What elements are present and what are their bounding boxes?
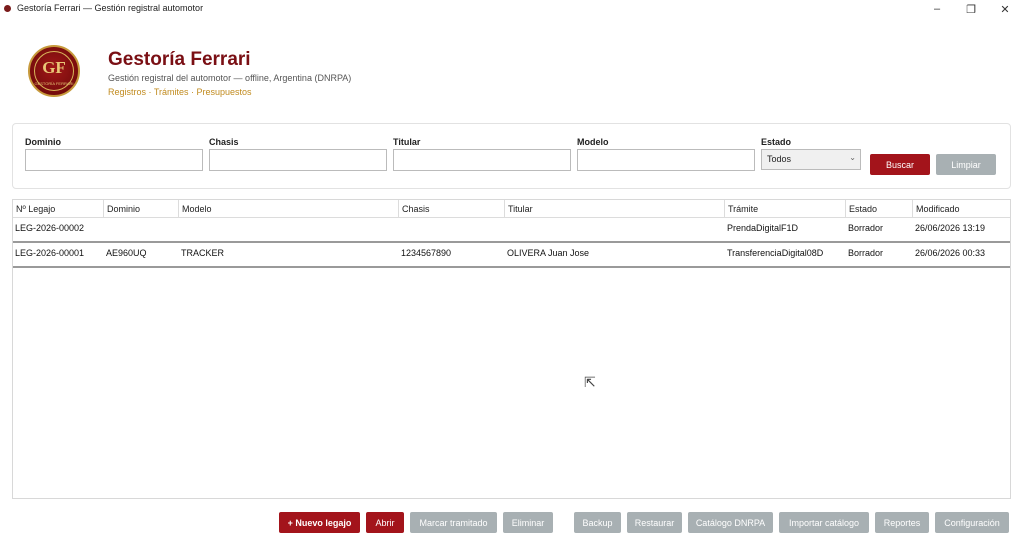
cell-tramite: PrendaDigitalF1D: [727, 223, 799, 233]
eliminar-button[interactable]: Eliminar: [503, 512, 553, 533]
app-tagline: Registros · Trámites · Presupuestos: [108, 87, 252, 97]
titular-label: Titular: [393, 137, 421, 147]
cell-titular: OLIVERA Juan Jose: [507, 248, 590, 258]
minimize-button[interactable]: –: [920, 0, 954, 18]
chasis-label: Chasis: [209, 137, 239, 147]
table-row[interactable]: LEG-2026-00001 AE960UQ TRACKER 123456789…: [13, 243, 1010, 268]
app-subtitle: Gestión registral del automotor — offlin…: [108, 73, 352, 83]
cell-legajo: LEG-2026-00002: [15, 223, 85, 233]
logo-monogram: GF: [42, 58, 66, 77]
cell-modificado: 26/06/2026 13:19: [915, 223, 986, 233]
titular-input[interactable]: [393, 149, 571, 171]
column-header-tramite[interactable]: Trámite: [725, 200, 846, 217]
logo-caption: GESTORÍA FERRARI: [34, 81, 74, 86]
window-title: Gestoría Ferrari — Gestión registral aut…: [17, 3, 204, 13]
column-header-dominio[interactable]: Dominio: [104, 200, 179, 217]
backup-button[interactable]: Backup: [574, 512, 621, 533]
modelo-label: Modelo: [577, 137, 609, 147]
mouse-pointer-icon: ⇱: [584, 374, 596, 390]
cell-dominio: AE960UQ: [106, 248, 147, 258]
cell-estado: Borrador: [848, 223, 884, 233]
close-button[interactable]: ✕: [988, 0, 1022, 18]
column-header-titular[interactable]: Titular: [505, 200, 725, 217]
gestoria-logo: GF GESTORÍA FERRARI: [28, 45, 80, 97]
app-title: Gestoría Ferrari: [108, 49, 251, 70]
app-dot-icon: [4, 5, 11, 12]
estado-select[interactable]: Todos ⌄: [761, 149, 861, 170]
chasis-input[interactable]: [209, 149, 387, 171]
column-header-legajo[interactable]: Nº Legajo: [13, 200, 104, 217]
cell-modelo: TRACKER: [181, 248, 225, 258]
cell-modificado: 26/06/2026 00:33: [915, 248, 986, 258]
reportes-button[interactable]: Reportes: [875, 512, 929, 533]
catalogo-dnrpa-button[interactable]: Catálogo DNRPA: [688, 512, 773, 533]
nuevo-legajo-button[interactable]: + Nuevo legajo: [279, 512, 360, 533]
abrir-button[interactable]: Abrir: [366, 512, 404, 533]
window-titlebar: Gestoría Ferrari — Gestión registral aut…: [0, 0, 1024, 18]
limpiar-button[interactable]: Limpiar: [936, 154, 996, 175]
estado-label: Estado: [761, 137, 792, 147]
cell-tramite: TransferenciaDigital08D: [727, 248, 824, 258]
modelo-input[interactable]: [577, 149, 755, 171]
estado-selected-value: Todos: [767, 154, 792, 164]
restaurar-button[interactable]: Restaurar: [627, 512, 682, 533]
configuracion-button[interactable]: Configuración: [935, 512, 1009, 533]
marcar-tramitado-button[interactable]: Marcar tramitado: [410, 512, 497, 533]
column-header-modificado[interactable]: Modificado: [913, 200, 1010, 217]
column-header-chasis[interactable]: Chasis: [399, 200, 505, 217]
cell-legajo: LEG-2026-00001: [15, 248, 85, 258]
buscar-button[interactable]: Buscar: [870, 154, 930, 175]
dominio-label: Dominio: [25, 137, 61, 147]
maximize-button[interactable]: ❐: [954, 0, 988, 18]
column-header-estado[interactable]: Estado: [846, 200, 913, 217]
dominio-input[interactable]: [25, 149, 203, 171]
cell-chasis: 1234567890: [401, 248, 452, 258]
chevron-down-icon: ⌄: [849, 153, 856, 162]
table-row[interactable]: LEG-2026-00002 PrendaDigitalF1D Borrador…: [13, 218, 1010, 243]
importar-catalogo-button[interactable]: Importar catálogo: [779, 512, 869, 533]
column-header-modelo[interactable]: Modelo: [179, 200, 399, 217]
cell-estado: Borrador: [848, 248, 884, 258]
